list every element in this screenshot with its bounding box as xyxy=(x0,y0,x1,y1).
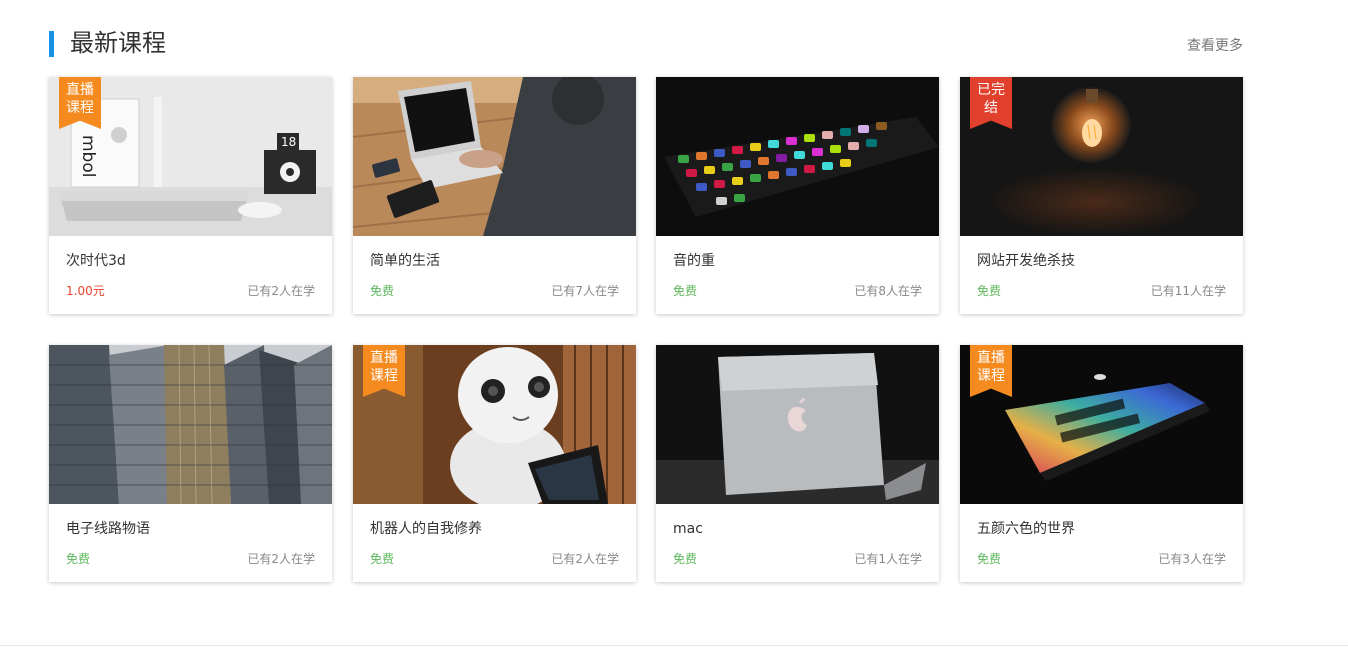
svg-text:mbol: mbol xyxy=(78,135,98,177)
learner-count: 已有3人在学 xyxy=(1158,552,1226,566)
laptop-work-image xyxy=(353,77,636,236)
course-title[interactable]: 网站开发绝杀技 xyxy=(977,252,1075,270)
course-price: 免费 xyxy=(673,552,698,566)
course-price: 免费 xyxy=(370,552,395,566)
course-price: 免费 xyxy=(673,284,698,298)
course-card[interactable]: 已完结 网站开发绝杀技 免费 已有11人在学 xyxy=(960,77,1243,314)
course-price: 免费 xyxy=(370,284,395,298)
learner-count: 已有7人在学 xyxy=(551,284,619,298)
section-title: 最新课程 xyxy=(70,29,166,57)
course-title[interactable]: mac xyxy=(673,520,703,538)
course-price: 免费 xyxy=(66,552,91,566)
course-card[interactable]: 直播 课程 机器人的自我修养 免费 已有2人在学 xyxy=(353,345,636,582)
course-card[interactable]: 电子线路物语 免费 已有2人在学 xyxy=(49,345,332,582)
course-title[interactable]: 简单的生活 xyxy=(370,252,440,270)
course-price: 免费 xyxy=(977,284,1002,298)
course-title[interactable]: 音的重 xyxy=(673,252,715,270)
course-price: 1.00元 xyxy=(66,284,105,298)
course-card[interactable]: 音的重 免费 已有8人在学 xyxy=(656,77,939,314)
course-thumbnail[interactable] xyxy=(656,345,939,504)
course-title[interactable]: 机器人的自我修养 xyxy=(370,520,482,538)
course-thumbnail[interactable] xyxy=(49,345,332,504)
course-thumbnail[interactable] xyxy=(656,77,939,236)
footer-divider xyxy=(0,645,1348,646)
course-card[interactable]: mbol 18 直播 课程 次时代3d 1.00元 已有2人在学 xyxy=(49,77,332,314)
learner-count: 已有2人在学 xyxy=(247,552,315,566)
smartphone-image xyxy=(656,77,939,236)
section-header: 最新课程 查看更多 xyxy=(49,28,1243,60)
learner-count: 已有2人在学 xyxy=(551,552,619,566)
course-card[interactable]: 简单的生活 免费 已有7人在学 xyxy=(353,77,636,314)
course-title[interactable]: 次时代3d xyxy=(66,252,126,270)
course-card[interactable]: 直播 课程 五颜六色的世界 免费 已有3人在学 xyxy=(960,345,1243,582)
title-accent-bar xyxy=(49,31,54,57)
macbook-image xyxy=(656,345,939,504)
svg-text:18: 18 xyxy=(281,135,296,149)
view-more-link[interactable]: 查看更多 xyxy=(1187,35,1243,55)
skyscrapers-image xyxy=(49,345,332,504)
learner-count: 已有2人在学 xyxy=(247,284,315,298)
course-title[interactable]: 五颜六色的世界 xyxy=(977,520,1075,538)
course-price: 免费 xyxy=(977,552,1002,566)
course-card[interactable]: mac 免费 已有1人在学 xyxy=(656,345,939,582)
course-thumbnail[interactable] xyxy=(353,77,636,236)
learner-count: 已有1人在学 xyxy=(854,552,922,566)
learner-count: 已有11人在学 xyxy=(1150,284,1226,298)
course-title[interactable]: 电子线路物语 xyxy=(66,520,150,538)
learner-count: 已有8人在学 xyxy=(854,284,922,298)
